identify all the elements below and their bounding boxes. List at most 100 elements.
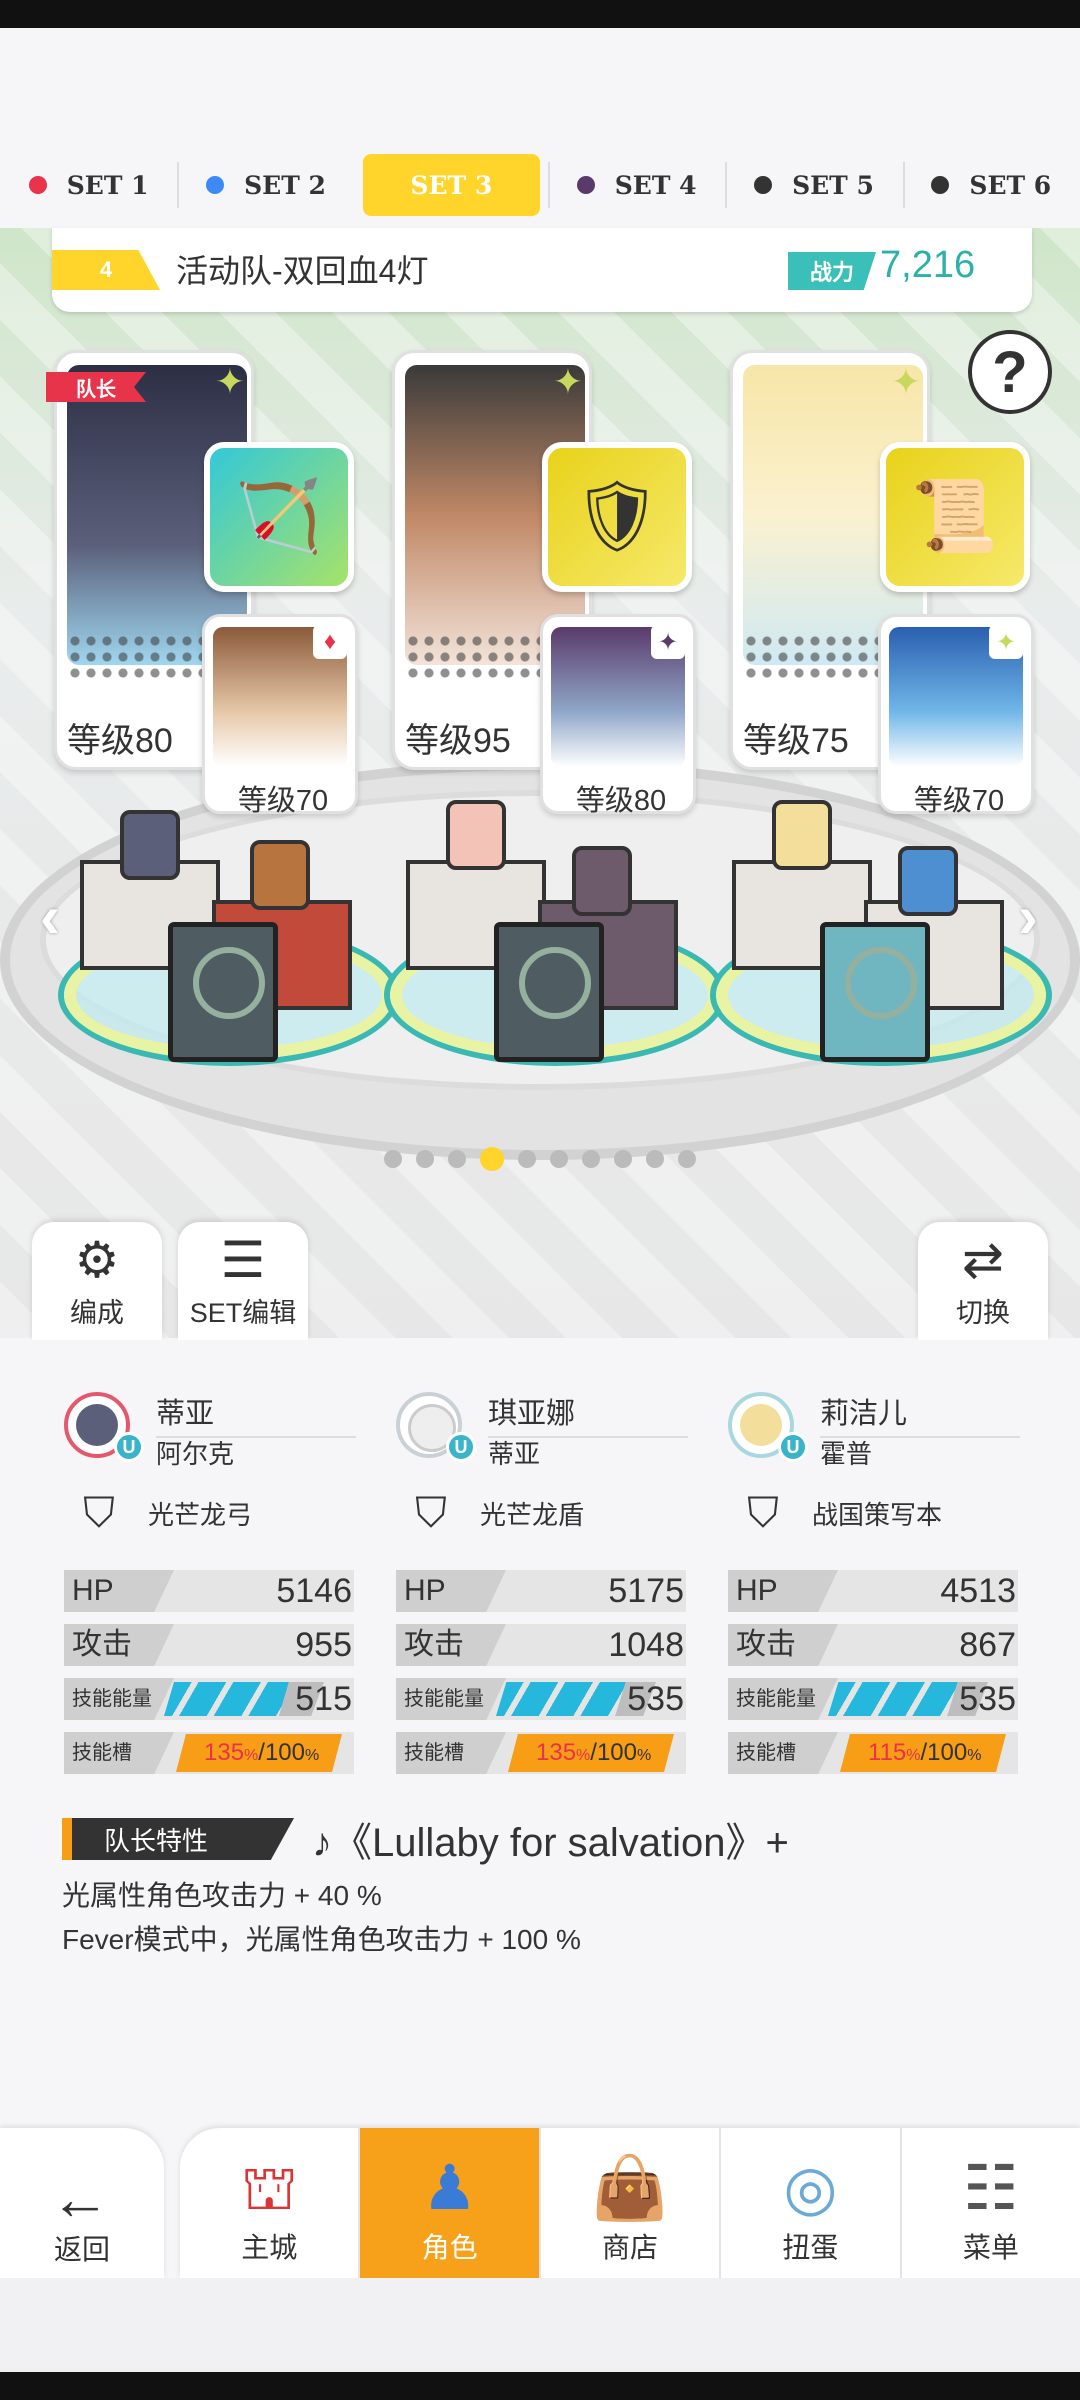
sub-character-card-2[interactable]: ✦ 等级80 [540,614,696,817]
tab-set-5[interactable]: SET 5 [725,150,902,220]
attack-stat: 攻击 1048 [396,1624,686,1666]
sub-character-card-3[interactable]: ✦ 等级70 [878,614,1034,817]
tab-set-6[interactable]: SET 6 [902,150,1080,220]
bow-icon[interactable]: 🏹 [204,442,354,592]
hp-label: HP [728,1570,838,1612]
attack-stat: 攻击 955 [64,1624,354,1666]
tab-label: SET 5 [792,170,874,200]
back-button[interactable]: ← 返回 [0,2128,164,2278]
sparkle-icon: ✦ [552,361,584,402]
tab-set-2[interactable]: SET 2 [177,150,354,220]
nav-item-home[interactable]: ⛫ 主城 [180,2128,358,2278]
skill-energy-bar-fill [496,1682,626,1716]
team-name: 活动队-双回血4灯 [176,253,429,289]
nav-item-character[interactable]: ♟ 角色 [358,2128,539,2278]
nav-item-menu[interactable]: ☷ 菜单 [899,2128,1080,2278]
tab-set-4[interactable]: SET 4 [547,150,725,220]
sub-character-card-1[interactable]: ♦ 等级70 [202,614,358,817]
tab-label: SET 4 [614,170,697,200]
skill-energy-bar-fill [828,1682,958,1716]
percent-sign: % [305,1747,320,1764]
leader-skill-effect-2: Fever模式中，光属性角色攻击力 + 100 % [62,1924,581,1955]
tab-set-1[interactable]: SET 1 [0,150,177,220]
leader-skill-song: ♪《Lullaby for salvation》+ [312,1821,789,1865]
skill-slot-stat: 技能槽 115%/100% [728,1732,1018,1774]
nav-label: 菜单 [962,2232,1019,2263]
leader-tag: 队长 [46,372,146,402]
page-dot[interactable] [550,1150,568,1168]
page-dot[interactable] [646,1150,664,1168]
skill-energy-label: 技能能量 [728,1678,838,1720]
page-dot[interactable] [582,1150,600,1168]
hp-value: 4513 [940,1572,1016,1610]
skill-energy-label: 技能能量 [64,1678,174,1720]
attack-label: 攻击 [396,1624,506,1666]
page-dot[interactable] [416,1150,434,1168]
skill-energy-bar-fill [164,1682,289,1716]
percent-sign: % [906,1747,921,1764]
back-arrow-icon: ← [50,2165,110,2232]
sub-character-level: 等级80 [575,785,667,817]
page-dot[interactable] [518,1150,536,1168]
hp-value: 5146 [276,1572,352,1610]
attribute-badge: U [446,1432,476,1462]
hp-stat: HP 5146 [64,1570,354,1612]
book-icon[interactable]: 📜 [880,442,1030,592]
prev-arrow-icon[interactable]: ‹ [30,883,70,950]
skill-energy-stat: 技能能量 535 [396,1678,686,1720]
page-dot[interactable] [614,1150,632,1168]
sparkle-icon: ✦ [890,361,922,402]
character-sprite[interactable] [250,840,310,910]
equipment-icon: ⛉ [415,1488,447,1536]
nav-label: 商店 [602,2232,659,2263]
attack-value: 955 [295,1626,352,1664]
formation-button[interactable]: ⚙ 编成 [32,1222,162,1340]
set-2-dot [206,176,225,194]
skill-energy-value: 535 [627,1680,684,1718]
next-arrow-icon[interactable]: › [1008,883,1048,950]
percent-sign: % [576,1747,591,1764]
equipment-row[interactable]: ⛉ 光芒龙盾 [406,1488,584,1538]
skill-slot-current: 115 [868,1739,907,1766]
page-dot-active[interactable] [480,1147,504,1171]
attack-value: 1048 [608,1626,684,1664]
set-4-dot [576,176,595,194]
set-edit-button[interactable]: ☰ SET编辑 [178,1222,308,1340]
attack-stat: 攻击 867 [728,1624,1018,1666]
attribute-badge: U [778,1432,808,1462]
character-sprite[interactable] [446,800,506,870]
nav-item-shop[interactable]: 👜 商店 [538,2128,719,2278]
leader-skill-effect-1: 光属性角色攻击力 + 40 % [62,1880,382,1911]
skill-slot-current: 135 [536,1739,577,1766]
equipment-row[interactable]: ⛉ 战国策写本 [738,1488,942,1538]
skill-slot-total: 100 [927,1739,968,1766]
nav-item-gacha[interactable]: ◎ 扭蛋 [719,2128,899,2278]
formation-label: 编成 [70,1298,124,1328]
page-dot[interactable] [678,1150,696,1168]
monitor-sprite [820,922,930,1062]
skill-energy-value: 515 [295,1680,352,1718]
skill-energy-label: 技能能量 [396,1678,506,1720]
back-label: 返回 [54,2234,111,2265]
skill-slot-total: 100 [264,1739,305,1766]
character-sprite[interactable] [572,846,632,916]
question-icon[interactable]: ? [968,330,1052,414]
skill-slot-stat: 技能槽 135%/100% [64,1732,354,1774]
character-level: 等级75 [743,722,849,760]
sub-character-level: 等级70 [237,785,329,817]
switch-button[interactable]: ⇄ 切换 [918,1222,1048,1340]
equipment-row[interactable]: ⛉ 光芒龙弓 [74,1488,252,1538]
bottom-nav: ⛫ 主城 ♟ 角色 👜 商店 ◎ 扭蛋 ☷ 菜单 [180,2128,1080,2278]
equipment-name: 战国策写本 [812,1499,943,1530]
team-header[interactable]: 4 活动队-双回血4灯 战力 7,216 [52,228,1032,312]
attack-label: 攻击 [728,1624,838,1666]
character-sprite[interactable] [898,846,958,916]
shield-icon[interactable]: 🛡 [542,442,692,592]
character-sprite[interactable] [772,800,832,870]
character-name: 蒂亚 [156,1390,356,1438]
team-number: 4 [52,250,160,290]
page-dot[interactable] [448,1150,466,1168]
character-sprite[interactable] [120,810,180,880]
page-dot[interactable] [384,1150,402,1168]
tab-set-3[interactable]: SET 3 [362,154,540,216]
